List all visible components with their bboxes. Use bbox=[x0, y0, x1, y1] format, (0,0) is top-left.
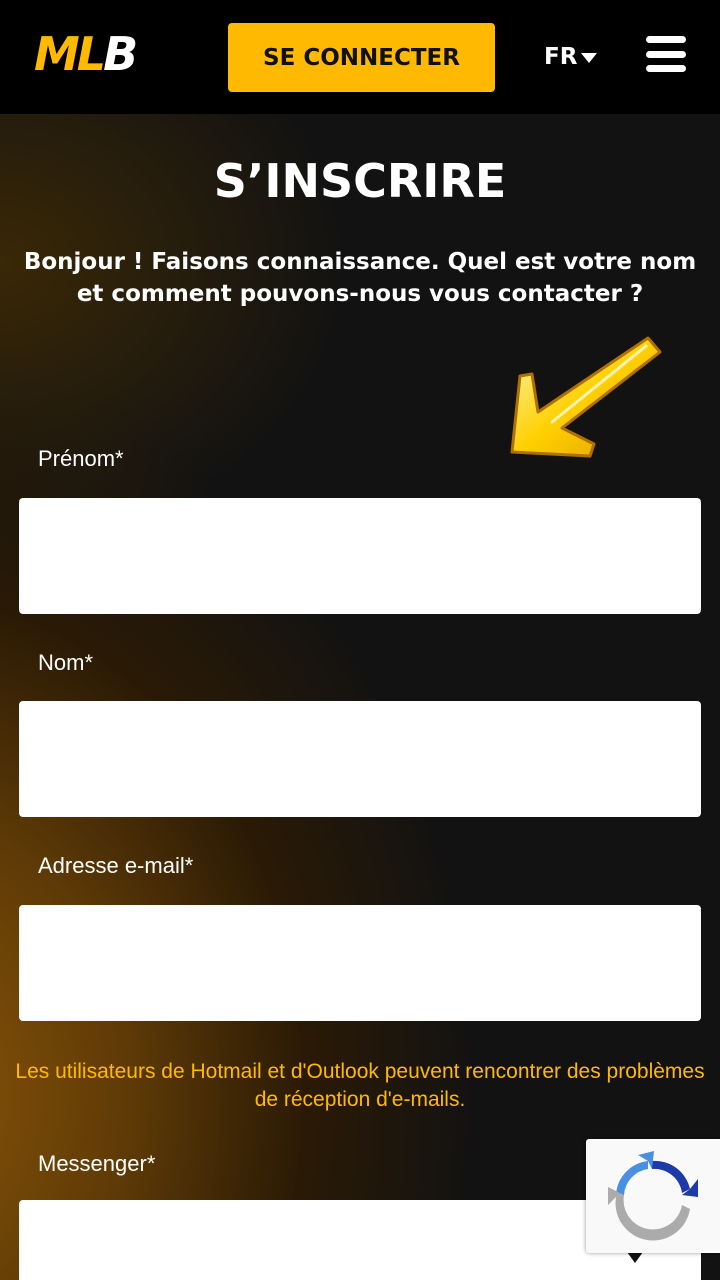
hamburger-menu-icon[interactable] bbox=[646, 36, 686, 72]
email-notice: Les utilisateurs de Hotmail et d'Outlook… bbox=[15, 1060, 705, 1111]
recaptcha-icon bbox=[608, 1151, 698, 1241]
email-label: Adresse e-mail* bbox=[38, 853, 194, 878]
chevron-down-icon bbox=[627, 1252, 643, 1263]
header: MLB SE CONNECTER FR bbox=[0, 0, 720, 114]
language-selector[interactable]: FR bbox=[544, 40, 598, 74]
login-button[interactable]: SE CONNECTER bbox=[228, 23, 495, 92]
last-name-label: Nom* bbox=[38, 650, 94, 675]
logo-text-ml: ML bbox=[34, 27, 106, 81]
language-label: FR bbox=[544, 44, 578, 70]
messenger-label: Messenger* bbox=[38, 1151, 156, 1176]
first-name-label: Prénom* bbox=[38, 446, 124, 471]
caret-down-icon bbox=[581, 53, 598, 63]
signup-section: S’INSCRIRE Bonjour ! Faisons connaissanc… bbox=[0, 114, 720, 1280]
email-input[interactable] bbox=[19, 905, 701, 1021]
last-name-input[interactable] bbox=[19, 701, 701, 817]
recaptcha-badge[interactable] bbox=[586, 1139, 720, 1253]
mlb-logo[interactable]: MLB bbox=[34, 27, 138, 81]
page-subtitle: Bonjour ! Faisons connaissance. Quel est… bbox=[23, 249, 697, 307]
logo-text-b: B bbox=[103, 27, 138, 81]
page-title: S’INSCRIRE bbox=[213, 154, 507, 208]
first-name-input[interactable] bbox=[19, 498, 701, 614]
arrow-pointer-icon bbox=[510, 336, 662, 458]
